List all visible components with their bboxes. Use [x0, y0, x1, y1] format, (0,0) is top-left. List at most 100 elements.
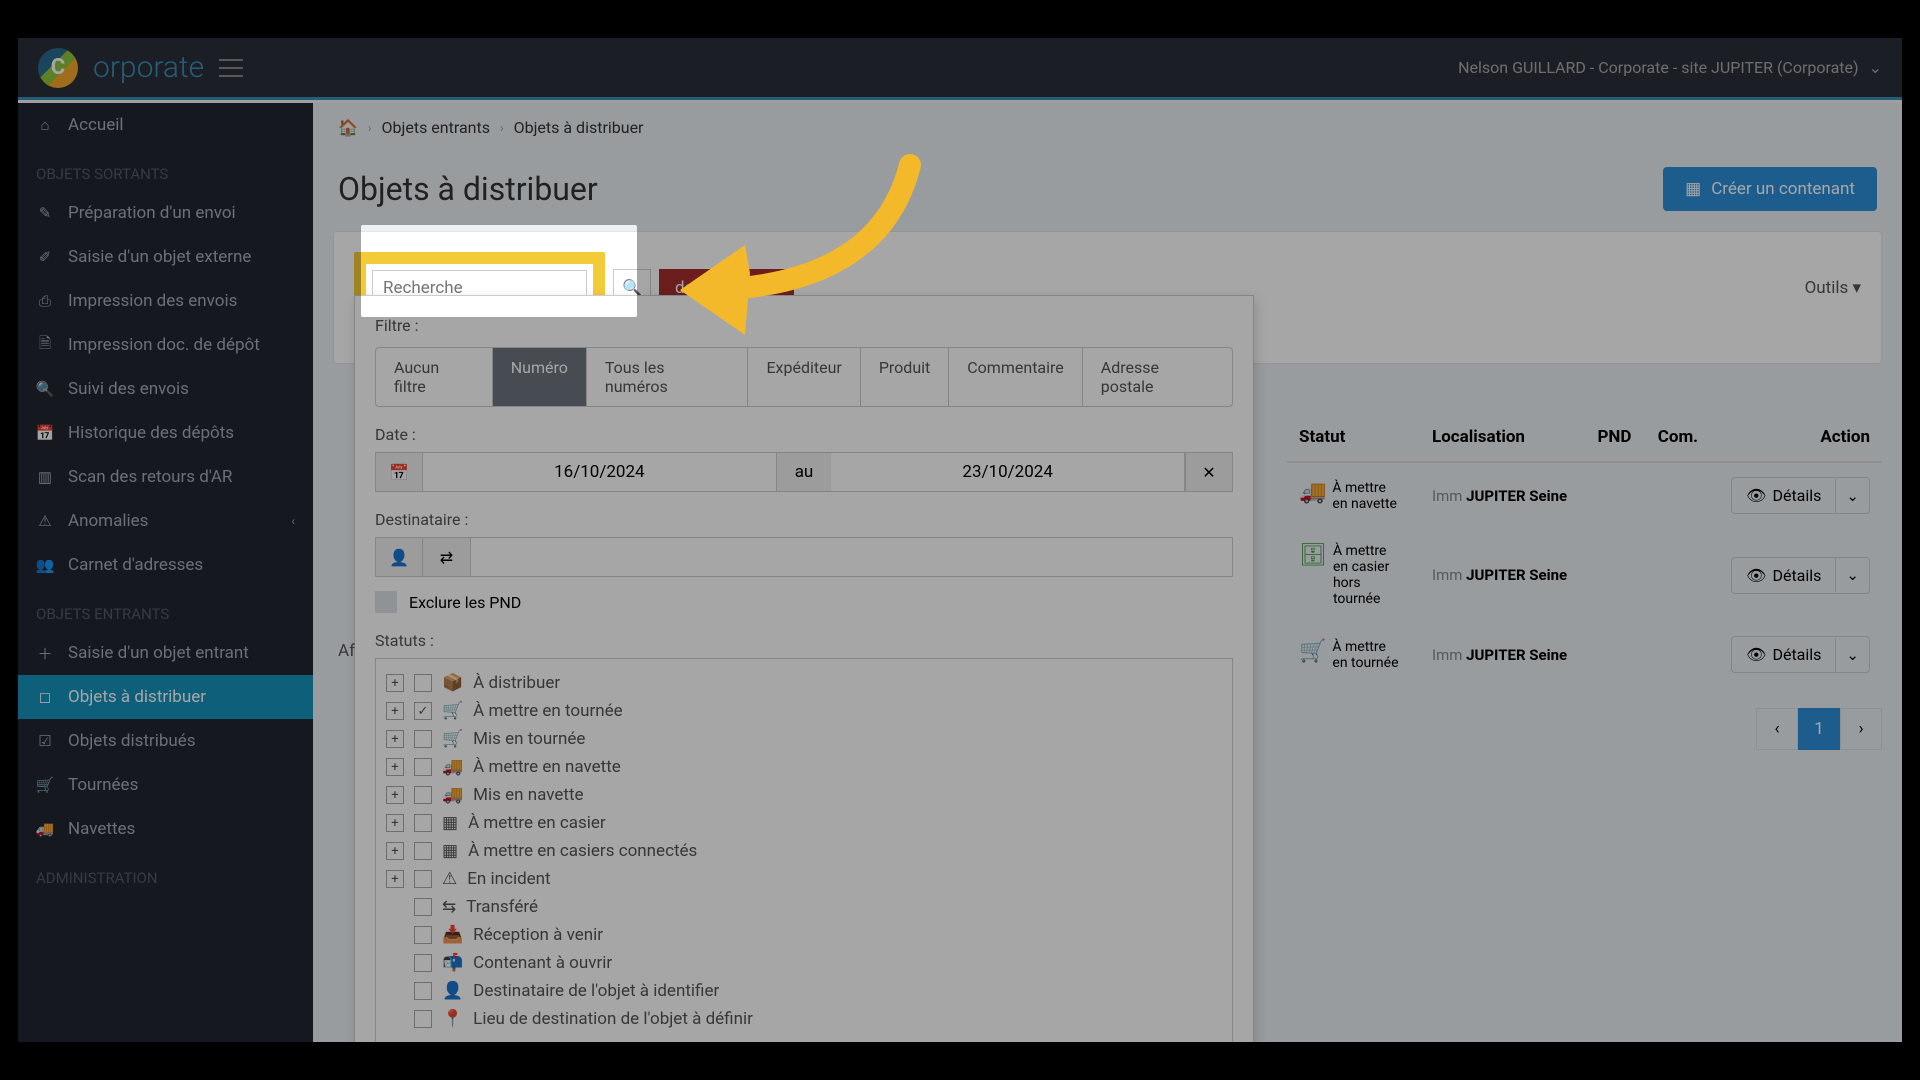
status-item-transfere[interactable]: ⇆ Transféré [386, 893, 1222, 921]
chevron-down-icon: ⌄ [1869, 58, 1882, 77]
tab-aucun-filtre[interactable]: Aucun filtre [376, 348, 493, 406]
cart-icon: 🛒 [442, 701, 463, 721]
status-item-mis-tournee[interactable]: + 🛒 Mis en tournée [386, 725, 1222, 753]
transfer-icon: ⇆ [442, 897, 456, 917]
status-item-mis-navette[interactable]: + 🚚 Mis en navette [386, 781, 1222, 809]
expand-icon[interactable]: + [386, 786, 404, 804]
exclude-pnd-row[interactable]: Exclure les PND [375, 591, 1233, 613]
status-checkbox[interactable] [414, 1010, 432, 1028]
tab-adresse[interactable]: Adresse postale [1083, 348, 1232, 406]
home-icon[interactable]: 🏠 [338, 118, 358, 137]
user-menu[interactable]: Nelson GUILLARD - Corporate - site JUPIT… [1458, 58, 1882, 77]
org-icon-box[interactable]: ⇄ [423, 537, 471, 577]
breadcrumb-sep: › [368, 121, 372, 135]
date-to-input[interactable] [831, 452, 1185, 492]
page-next-button[interactable]: › [1840, 708, 1882, 750]
menu-burger-icon[interactable] [219, 56, 243, 80]
sidebar-item-anomalies[interactable]: ⚠ Anomalies ‹ [18, 499, 313, 543]
tab-expediteur[interactable]: Expéditeur [748, 348, 860, 406]
status-checkbox[interactable] [414, 730, 432, 748]
logo[interactable]: C orporate [38, 48, 204, 88]
sidebar-item-navettes[interactable]: 🚚 Navettes [18, 807, 313, 851]
status-item-navette[interactable]: + 🚚 À mettre en navette [386, 753, 1222, 781]
sidebar-item-preparation[interactable]: ✎ Préparation d'un envoi [18, 191, 313, 235]
create-container-button[interactable]: ▦ Créer un contenant [1663, 167, 1877, 211]
sidebar-item-home[interactable]: ⌂ Accueil [18, 103, 313, 147]
filter-label: Filtre : [375, 316, 1233, 335]
details-caret[interactable]: ⌄ [1835, 638, 1869, 672]
status-checkbox[interactable] [414, 702, 432, 720]
status-checkbox[interactable] [414, 786, 432, 804]
status-checkbox[interactable] [414, 982, 432, 1000]
status-item-distribuer[interactable]: + 📦 À distribuer [386, 669, 1222, 697]
status-checkbox[interactable] [414, 814, 432, 832]
sidebar-item-objets-distribuer[interactable]: ◻ Objets à distribuer [18, 675, 313, 719]
details-caret[interactable]: ⌄ [1835, 479, 1869, 513]
expand-icon[interactable]: + [386, 842, 404, 860]
package-icon: 📦 [442, 673, 463, 693]
page-current[interactable]: 1 [1798, 708, 1840, 750]
sidebar-item-impression-doc[interactable]: 🗎 Impression doc. de dépôt [18, 323, 313, 367]
sidebar-item-historique[interactable]: 📅 Historique des dépôts [18, 411, 313, 455]
locker-icon: 🗄 [1299, 543, 1327, 568]
sidebar-item-saisie-entrant[interactable]: ＋ Saisie d'un objet entrant [18, 631, 313, 675]
expand-icon[interactable]: + [386, 702, 404, 720]
breadcrumb: 🏠 › Objets entrants › Objets à distribue… [313, 103, 1902, 152]
tab-produit[interactable]: Produit [861, 348, 949, 406]
details-caret[interactable]: ⌄ [1835, 558, 1869, 592]
person-icon-box[interactable]: 👤 [375, 537, 423, 577]
sidebar-item-saisie-externe[interactable]: ✐ Saisie d'un objet externe [18, 235, 313, 279]
tools-menu[interactable]: Outils ▾ [1805, 278, 1861, 298]
details-button[interactable]: 👁Détails ⌄ [1731, 477, 1870, 514]
breadcrumb-item-1[interactable]: Objets entrants [382, 118, 490, 137]
status-item-casier[interactable]: + ▦ À mettre en casier [386, 809, 1222, 837]
calendar-icon[interactable]: 📅 [375, 452, 423, 492]
status-item-contenant-ouvrir[interactable]: 📬 Contenant à ouvrir [386, 949, 1222, 977]
tab-numero[interactable]: Numéro [493, 348, 587, 406]
th-pnd[interactable]: PND [1585, 413, 1645, 462]
status-checkbox[interactable] [414, 926, 432, 944]
status-item-dest-identifier[interactable]: 👤 Destinataire de l'objet à identifier [386, 977, 1222, 1005]
expand-icon[interactable]: + [386, 674, 404, 692]
sidebar-item-impression-envois[interactable]: ⎙ Impression des envois [18, 279, 313, 323]
expand-icon[interactable]: + [386, 814, 404, 832]
exclude-pnd-checkbox[interactable] [375, 591, 397, 613]
status-checkbox[interactable] [414, 758, 432, 776]
expand-icon[interactable]: + [386, 758, 404, 776]
square-icon: ◻ [36, 688, 54, 706]
pagination: ‹ 1 › [1287, 708, 1882, 750]
sidebar-item-suivi[interactable]: 🔍 Suivi des envois [18, 367, 313, 411]
sidebar-item-scan-ar[interactable]: ▥ Scan des retours d'AR [18, 455, 313, 499]
status-checkbox[interactable] [414, 842, 432, 860]
status-checkbox[interactable] [414, 898, 432, 916]
grid-icon: ▦ [442, 841, 458, 861]
page-prev-button[interactable]: ‹ [1756, 708, 1798, 750]
sidebar-item-carnet[interactable]: 👥 Carnet d'adresses [18, 543, 313, 587]
box-open-icon: 📬 [442, 953, 463, 973]
date-from-input[interactable] [423, 452, 777, 492]
expand-icon[interactable]: + [386, 870, 404, 888]
status-item-incident[interactable]: + ⚠ En incident [386, 865, 1222, 893]
sidebar-item-tournees[interactable]: 🛒 Tournées [18, 763, 313, 807]
status-item-lieu-definir[interactable]: 📍 Lieu de destination de l'objet à défin… [386, 1005, 1222, 1033]
person-icon: 👤 [442, 981, 463, 1001]
status-checkbox[interactable] [414, 674, 432, 692]
tab-commentaire[interactable]: Commentaire [949, 348, 1083, 406]
details-button[interactable]: 👁Détails ⌄ [1731, 557, 1870, 594]
sidebar-item-objets-distribues[interactable]: ☑ Objets distribués [18, 719, 313, 763]
tab-tous-numeros[interactable]: Tous les numéros [587, 348, 749, 406]
details-button[interactable]: 👁Détails ⌄ [1731, 636, 1870, 673]
barcode-icon: ▥ [36, 468, 54, 486]
th-statut[interactable]: Statut [1287, 413, 1420, 462]
date-clear-button[interactable]: ✕ [1185, 452, 1233, 492]
th-com[interactable]: Com. [1646, 413, 1713, 462]
expand-icon[interactable]: + [386, 730, 404, 748]
th-localisation[interactable]: Localisation [1420, 413, 1585, 462]
status-item-reception[interactable]: 📥 Réception à venir [386, 921, 1222, 949]
status-checkbox[interactable] [414, 954, 432, 972]
status-item-casiers-connectes[interactable]: + ▦ À mettre en casiers connectés [386, 837, 1222, 865]
dest-input[interactable] [471, 537, 1233, 577]
status-item-tournee[interactable]: + 🛒 À mettre en tournée [386, 697, 1222, 725]
truck-icon: 🚚 [36, 820, 54, 838]
status-checkbox[interactable] [414, 870, 432, 888]
